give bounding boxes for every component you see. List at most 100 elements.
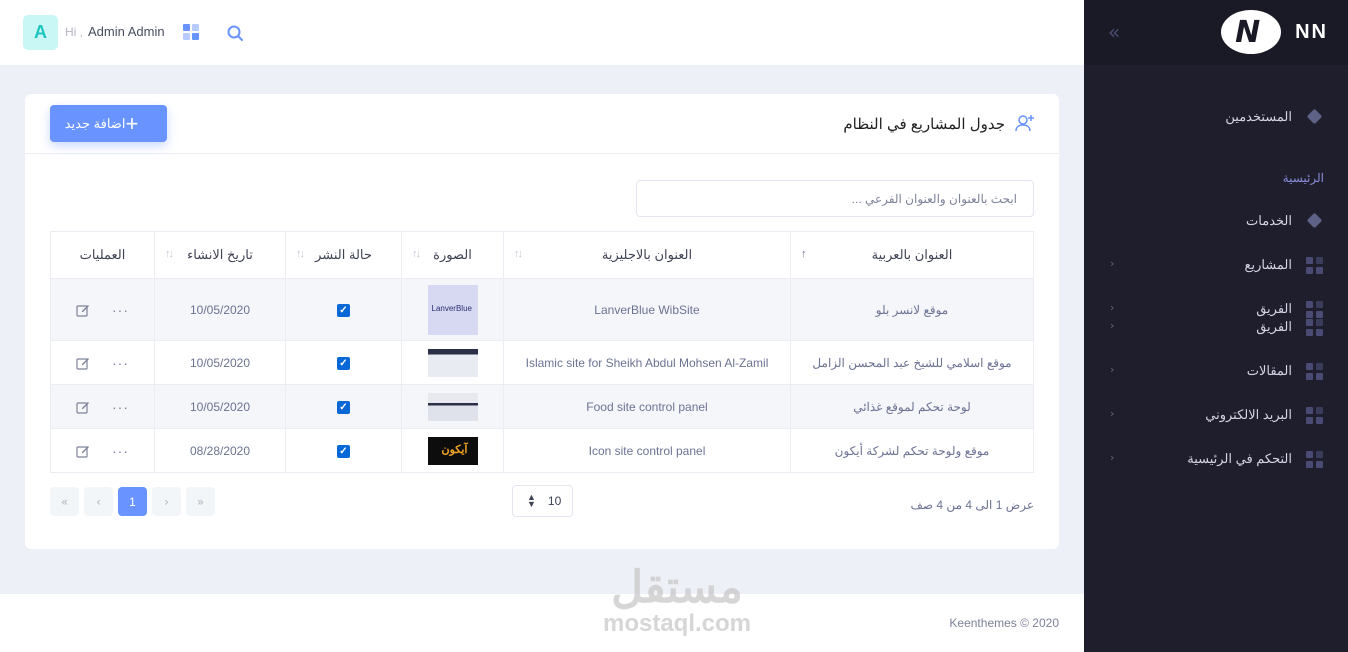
card-header: جدول المشاريع في النظام + اضافة جديد	[25, 94, 1059, 154]
sidebar-item-email[interactable]: البريد الالكتروني ‹	[1084, 400, 1348, 430]
column-header-actions: العمليات	[50, 231, 155, 279]
search-icon[interactable]	[226, 24, 244, 42]
logo[interactable]: NN	[1221, 10, 1328, 54]
edit-icon[interactable]	[76, 356, 90, 370]
project-thumbnail[interactable]	[427, 392, 478, 421]
cell-title-ar: موقع اسلامي للشيخ عبد المحسن الزامل	[790, 340, 1034, 385]
more-dots-icon[interactable]: ···	[112, 302, 129, 318]
project-thumbnail[interactable]	[427, 348, 478, 377]
published-checkbox[interactable]: ✓	[337, 445, 350, 458]
column-header-published[interactable]: حالة النشر ↓↑	[285, 231, 402, 279]
watermark-arabic: مستقل	[611, 563, 743, 612]
cell-title-ar: موقع لانسر بلو	[790, 278, 1034, 341]
chevron-left-icon: ‹	[1110, 257, 1115, 270]
sidebar-item-projects[interactable]: المشاريع ‹	[1084, 250, 1348, 280]
sidebar-item-label: التحكم في الرئيسية	[1187, 451, 1292, 466]
sidebar-item-articles[interactable]: المقالات ‹	[1084, 356, 1348, 386]
pagination-info: عرض 1 الى 4 من 4 صف	[910, 498, 1034, 512]
cell-published: ✓	[285, 278, 402, 341]
watermark-latin: mostaql.com	[602, 610, 752, 637]
per-page-value: 10	[547, 494, 562, 508]
greeting-text: Hi ,	[65, 25, 83, 39]
watermark: مستقل mostaql.com	[592, 565, 762, 637]
sidebar-item-services[interactable]: الخدمات	[1084, 206, 1348, 236]
next-page-icon[interactable]: ›	[152, 487, 181, 516]
logo-text: NN	[1295, 20, 1328, 43]
table-header-row: العنوان بالعربية ↑ العنوان بالاجليزية ↓↑ ا…	[50, 231, 1034, 279]
sort-updown-icon: ▲ ▼	[527, 492, 536, 509]
avatar[interactable]: A	[23, 15, 58, 50]
cell-title-ar: موقع ولوحة تحكم لشركة أيكون	[790, 428, 1034, 473]
cell-date: 10/05/2020	[154, 278, 286, 341]
projects-card: جدول المشاريع في النظام + اضافة جديد الع…	[25, 94, 1059, 549]
table-row: موقع لانسر بلو LanverBlue WibSite Lanver…	[50, 278, 1034, 341]
per-page-select[interactable]: ▲ ▼ 10	[512, 485, 573, 517]
diamond-icon	[1306, 212, 1324, 230]
column-header-title-ar[interactable]: العنوان بالعربية ↑	[790, 231, 1034, 279]
published-checkbox[interactable]: ✓	[337, 357, 350, 370]
sidebar-item-label: المشاريع	[1244, 257, 1292, 272]
sidebar-item-label: المقالات	[1246, 363, 1292, 378]
table-row: لوحة تحكم لموقع غذائي Food site control …	[50, 384, 1034, 429]
add-new-button[interactable]: + اضافة جديد	[50, 105, 167, 142]
projects-table: العنوان بالعربية ↑ العنوان بالاجليزية ↓↑ ا…	[50, 231, 1034, 473]
user-name[interactable]: Admin Admin	[88, 24, 165, 39]
cell-title-en: LanverBlue WibSite	[503, 278, 791, 341]
published-checkbox[interactable]: ✓	[337, 401, 350, 414]
published-checkbox[interactable]: ✓	[337, 304, 350, 317]
search-field[interactable]	[636, 180, 1034, 217]
more-dots-icon[interactable]: ···	[112, 399, 129, 415]
cell-image: آيكون	[401, 428, 504, 473]
plus-icon: +	[125, 110, 139, 136]
page-number-button[interactable]: 1	[118, 487, 147, 516]
column-header-title-en[interactable]: العنوان بالاجليزية ↓↑	[503, 231, 791, 279]
cell-published: ✓	[285, 384, 402, 429]
last-page-icon[interactable]: »	[186, 487, 215, 516]
sidebar-header: « NN	[1084, 0, 1348, 65]
sidebar-item-label: المستخدمين	[1225, 109, 1292, 124]
cell-actions: ···	[50, 384, 155, 429]
edit-icon[interactable]	[76, 444, 90, 458]
column-header-created-at[interactable]: تاريخ الانشاء ↓↑	[154, 231, 286, 279]
cell-actions: ···	[50, 278, 155, 341]
cell-published: ✓	[285, 428, 402, 473]
project-thumbnail[interactable]: آيكون	[427, 436, 478, 465]
grid-icon	[1306, 256, 1324, 274]
edit-icon[interactable]	[76, 303, 90, 317]
cell-image	[401, 384, 504, 429]
sidebar-item-home-control[interactable]: التحكم في الرئيسية ‹	[1084, 444, 1348, 474]
edit-icon[interactable]	[76, 400, 90, 414]
sidebar-item-label: البريد الالكتروني	[1205, 407, 1292, 422]
grid-icon	[1306, 406, 1324, 424]
top-header: A Hi , Admin Admin	[0, 0, 1084, 65]
sidebar-item-users[interactable]: المستخدمين	[1084, 102, 1348, 132]
first-page-icon[interactable]: «	[50, 487, 79, 516]
sidebar-item-team-2[interactable]: الفريق ‹	[1084, 312, 1348, 342]
grid-icon	[1306, 450, 1324, 468]
search-input[interactable]	[637, 181, 1033, 216]
cell-title-en: Food site control panel	[503, 384, 791, 429]
chevron-left-icon: ‹	[1110, 319, 1115, 332]
page-title: جدول المشاريع في النظام	[843, 116, 1005, 133]
double-chevron-left-icon[interactable]: «	[1108, 22, 1130, 44]
cell-image: LanverBlue	[401, 278, 504, 341]
more-dots-icon[interactable]: ···	[112, 355, 129, 371]
cell-date: 08/28/2020	[154, 428, 286, 473]
pagination: « ‹ 1 › »	[50, 487, 215, 516]
project-thumbnail[interactable]: LanverBlue	[427, 284, 478, 335]
cell-actions: ···	[50, 340, 155, 385]
more-dots-icon[interactable]: ···	[112, 443, 129, 459]
column-header-image[interactable]: الصورة ↓↑	[401, 231, 504, 279]
logo-mark-icon	[1221, 10, 1282, 54]
cell-title-en: Icon site control panel	[503, 428, 791, 473]
diamond-icon	[1306, 108, 1324, 126]
chevron-left-icon: ‹	[1110, 363, 1115, 376]
sort-icon: ↓↑	[165, 248, 174, 260]
table-row: موقع ولوحة تحكم لشركة أيكون Icon site co…	[50, 428, 1034, 473]
sort-icon: ↓↑	[514, 248, 523, 260]
apps-grid-icon[interactable]	[183, 24, 199, 40]
prev-page-icon[interactable]: ‹	[84, 487, 113, 516]
sort-icon: ↓↑	[412, 248, 421, 260]
cell-published: ✓	[285, 340, 402, 385]
sidebar-item-label: الفريق	[1256, 319, 1292, 334]
